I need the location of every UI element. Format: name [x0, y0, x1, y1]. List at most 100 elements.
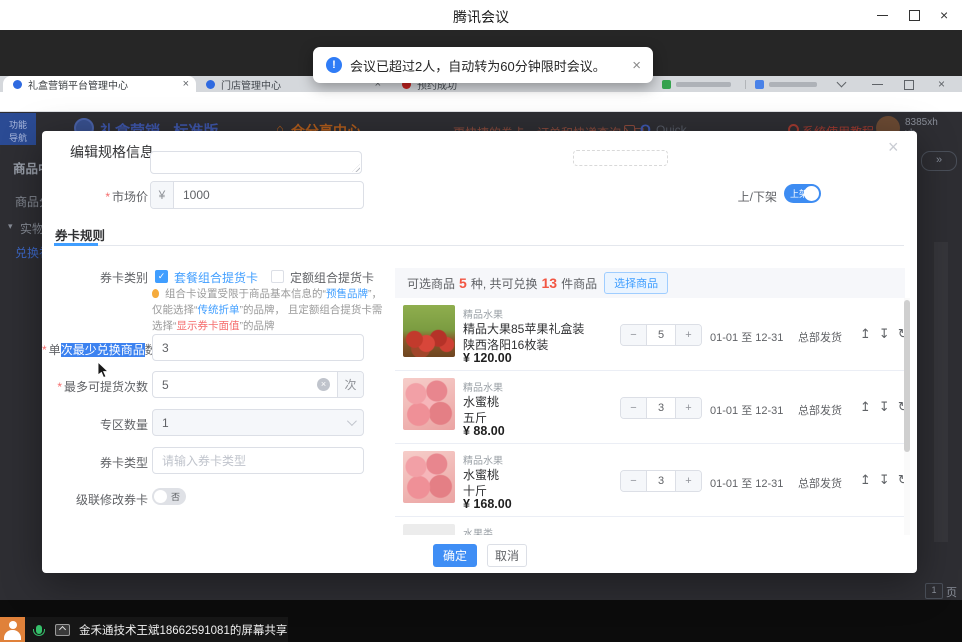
collapse-button[interactable]: »	[921, 151, 957, 171]
move-bottom-icon[interactable]: ↧	[879, 399, 890, 415]
site-favicon	[206, 80, 215, 89]
page-number-input[interactable]: 1	[925, 583, 943, 599]
minus-icon[interactable]: −	[621, 325, 646, 345]
market-price-value: 1000	[174, 188, 210, 202]
edit-spec-modal: 编辑规格信息 × *市场价 ¥ 1000 上/下架 上架 券卡规则 券卡类别 ✓…	[42, 131, 917, 573]
cascade-toggle[interactable]: 否	[152, 488, 186, 505]
plus-icon[interactable]: +	[676, 325, 701, 345]
upload-box-partial[interactable]	[573, 150, 668, 166]
close-icon[interactable]: ×	[940, 8, 948, 22]
max-pick-label: 最多可提货次数	[64, 380, 148, 394]
mouse-cursor	[97, 362, 109, 379]
min-exchange-label-selected: 次最少兑换商品	[61, 343, 145, 357]
zone-count-value: 1	[153, 416, 169, 430]
tab-title: 礼盒营销平台管理中心	[28, 77, 179, 92]
tip-term-traditional: 传统折单	[198, 304, 240, 316]
chrome-minimize-icon[interactable]	[872, 84, 883, 85]
checkbox-fixed-label[interactable]: 定额组合提货卡	[290, 269, 374, 286]
qty-value[interactable]: 3	[646, 471, 676, 491]
meeting-toast: ! 会议已超过2人，自动转为60分钟限时会议。 ×	[313, 47, 653, 83]
qty-stepper[interactable]: − 3 +	[620, 470, 702, 492]
product-row: 精品水果 水蜜桃 五斤 ¥ 88.00 − 3 + 01-01 至 12-31 …	[395, 371, 905, 444]
modal-title: 编辑规格信息	[70, 142, 154, 162]
page-scroll-strip	[934, 242, 948, 542]
checkbox-combo-label[interactable]: 套餐组合提货卡	[174, 269, 258, 286]
product-row: 精品水果 水蜜桃 十斤 ¥ 168.00 − 3 + 01-01 至 12-31…	[395, 444, 905, 517]
qty-stepper[interactable]: − 5 +	[620, 324, 702, 346]
selection-mid: 种, 共可兑换	[471, 275, 538, 292]
card-type-label: 券卡类型	[42, 454, 148, 471]
screen-share-indicator: 金禾通技术王斌18662591081的屏幕共享	[25, 617, 288, 642]
max-pick-input[interactable]: 5 × 次	[152, 371, 364, 398]
delivery-label: 总部发货	[798, 402, 842, 418]
min-exchange-input[interactable]: 3	[152, 334, 364, 361]
required-mark: *	[105, 190, 110, 204]
product-list-scrollbar[interactable]	[904, 298, 910, 535]
checkbox-fixed-unchecked[interactable]	[271, 270, 284, 283]
site-favicon	[13, 80, 22, 89]
plus-icon[interactable]: +	[676, 471, 701, 491]
toast-close-icon[interactable]: ×	[632, 57, 641, 74]
confirm-button[interactable]: 确定	[433, 544, 477, 567]
product-image	[403, 378, 455, 430]
chevron-down-icon	[347, 416, 357, 426]
tab-card-rules[interactable]: 券卡规则	[55, 225, 105, 244]
product-tag: 水果类	[463, 525, 493, 535]
nav-toggle-button[interactable]: 功能 导航	[0, 113, 36, 145]
tab-divider-line	[54, 245, 904, 246]
qty-stepper[interactable]: − 3 +	[620, 397, 702, 419]
qty-value[interactable]: 5	[646, 325, 676, 345]
min-exchange-value: 3	[153, 341, 169, 355]
zone-count-select[interactable]: 1	[152, 409, 364, 436]
selection-summary: 可选商品 5 种, 共可兑换 13 件商品 选择商品	[395, 268, 905, 298]
selection-count2: 13	[541, 275, 557, 291]
tip-text: 组合卡设置受限于商品基本信息的“	[165, 288, 326, 300]
product-row-partial: 水果类	[395, 517, 905, 535]
move-top-icon[interactable]: ↥	[860, 472, 871, 488]
tab-close-icon[interactable]: ×	[183, 78, 189, 90]
shelf-toggle[interactable]: 上架	[784, 184, 821, 203]
minus-icon[interactable]: −	[621, 398, 646, 418]
product-row: 精品水果 精品大果85苹果礼盒装 陕西洛阳16枚装 ¥ 120.00 − 5 +…	[395, 298, 905, 371]
screen-share-icon	[55, 624, 70, 636]
valid-date: 01-01 至 12-31	[710, 475, 783, 491]
checkbox-combo-checked[interactable]: ✓	[155, 270, 168, 283]
tip-term-face-value: 显示券卡面值	[177, 320, 240, 332]
chrome-close-icon[interactable]: ×	[938, 77, 945, 91]
rule-tip: 组合卡设置受限于商品基本信息的“预售品牌”，仅能选择“传统折单”的品牌， 且定额…	[152, 286, 390, 334]
move-bottom-icon[interactable]: ↧	[879, 472, 890, 488]
card-category-label: 券卡类别	[42, 269, 148, 286]
valid-date: 01-01 至 12-31	[710, 402, 783, 418]
plus-icon[interactable]: +	[676, 398, 701, 418]
market-price-input[interactable]: ¥ 1000	[150, 181, 364, 209]
page-unit-label: 页	[946, 584, 957, 600]
qty-value[interactable]: 3	[646, 398, 676, 418]
move-bottom-icon[interactable]: ↧	[879, 326, 890, 342]
maximize-icon[interactable]	[909, 10, 920, 21]
card-type-placeholder: 请输入券卡类型	[153, 452, 246, 469]
toggle-knob	[154, 490, 167, 503]
product-price: ¥ 120.00	[463, 351, 512, 365]
delivery-label: 总部发货	[798, 329, 842, 345]
minimize-icon[interactable]	[877, 15, 888, 16]
scrollbar-thumb[interactable]	[904, 300, 910, 452]
card-type-input[interactable]: 请输入券卡类型	[152, 447, 364, 474]
toggle-knob	[804, 186, 819, 201]
move-top-icon[interactable]: ↥	[860, 326, 871, 342]
clear-icon[interactable]: ×	[317, 378, 330, 391]
browser-toolbar: ← → ↻ standard.maboy.cn/GoodsGiftList ↥ …	[0, 92, 962, 112]
cancel-button[interactable]: 取消	[487, 544, 527, 567]
triangle-down-icon: ▾	[8, 221, 13, 232]
modal-close-icon[interactable]: ×	[888, 137, 899, 158]
choose-goods-button[interactable]: 选择商品	[604, 272, 668, 294]
tip-text: ”的品牌	[240, 320, 275, 332]
minus-icon[interactable]: −	[621, 471, 646, 491]
selection-count: 5	[459, 275, 467, 291]
cascade-label: 级联修改券卡	[42, 491, 148, 508]
chrome-restore-icon[interactable]	[904, 80, 914, 90]
tab-gift-admin[interactable]: 礼盒营销平台管理中心 ×	[3, 76, 196, 92]
shelf-label: 上/下架	[671, 188, 777, 205]
description-textarea-partial[interactable]	[150, 151, 362, 174]
product-image-placeholder	[403, 524, 455, 535]
move-top-icon[interactable]: ↥	[860, 399, 871, 415]
